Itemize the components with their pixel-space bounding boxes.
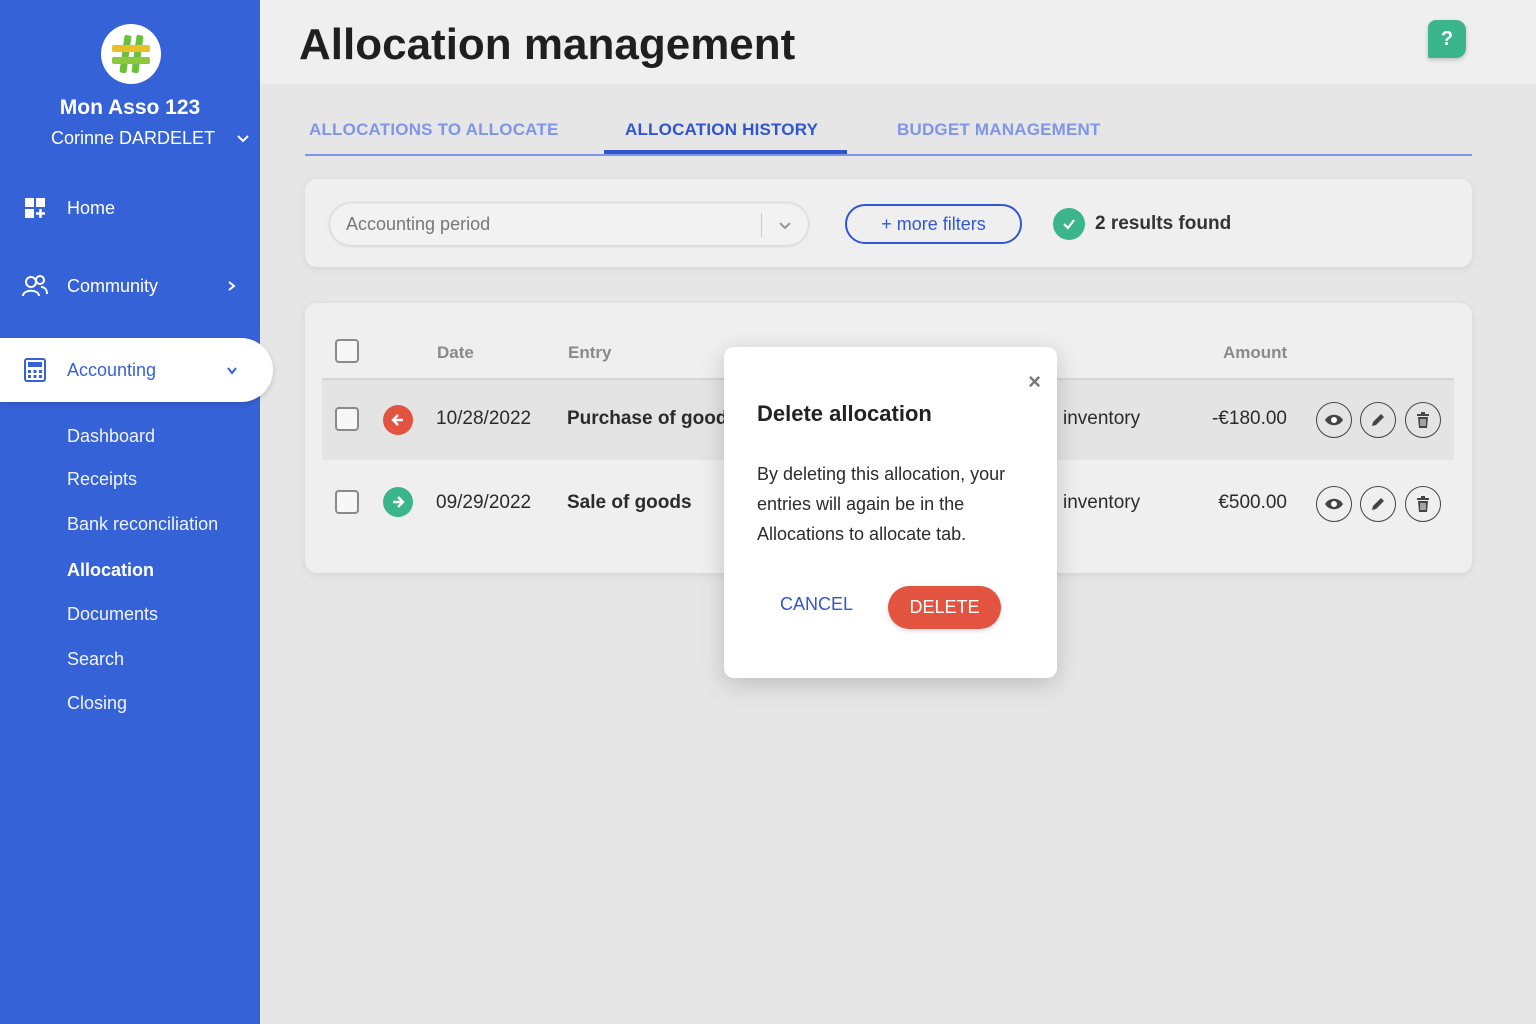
column-header-entry[interactable]: Entry bbox=[568, 343, 611, 363]
row-amount: -€180.00 bbox=[1211, 408, 1287, 429]
chevron-down-icon bbox=[779, 222, 791, 230]
org-name: Mon Asso 123 bbox=[59, 96, 201, 119]
hashtag-logo-icon bbox=[112, 35, 150, 74]
more-filters-button[interactable]: + more filters bbox=[845, 204, 1022, 244]
accounting-period-placeholder: Accounting period bbox=[346, 214, 491, 234]
sub-item-documents[interactable]: Documents bbox=[67, 604, 158, 625]
column-header-amount[interactable]: Amount bbox=[1223, 343, 1287, 363]
nav-label-accounting: Accounting bbox=[67, 359, 157, 380]
chevron-down-icon bbox=[237, 135, 249, 143]
view-button[interactable] bbox=[1316, 486, 1352, 522]
sub-item-closing[interactable]: Closing bbox=[67, 693, 127, 714]
filter-bar: Accounting period + more filters 2 resul… bbox=[305, 179, 1472, 267]
check-circle-icon bbox=[1053, 208, 1085, 240]
sub-item-dashboard[interactable]: Dashboard bbox=[67, 426, 155, 447]
nav-item-community[interactable]: Community bbox=[0, 256, 260, 316]
trash-icon bbox=[1417, 412, 1429, 428]
home-grid-icon bbox=[22, 195, 48, 221]
tab-allocation-history[interactable]: ALLOCATION HISTORY bbox=[625, 120, 818, 140]
edit-button[interactable] bbox=[1360, 486, 1396, 522]
eye-icon bbox=[1325, 414, 1343, 426]
pencil-icon bbox=[1372, 414, 1384, 426]
tab-budget-management[interactable]: BUDGET MANAGEMENT bbox=[897, 120, 1101, 140]
nav-item-accounting[interactable]: Accounting bbox=[0, 338, 273, 402]
sub-item-allocation[interactable]: Allocation bbox=[67, 560, 154, 581]
accounting-period-select[interactable]: Accounting period bbox=[329, 202, 809, 246]
nav-label-community: Community bbox=[67, 275, 159, 296]
pencil-icon bbox=[1372, 498, 1384, 510]
results-count: 2 results found bbox=[1053, 208, 1231, 240]
arrow-right-icon bbox=[383, 487, 413, 517]
delete-button[interactable] bbox=[1405, 402, 1441, 438]
cancel-button[interactable]: CANCEL bbox=[780, 594, 853, 615]
active-tab-indicator bbox=[604, 150, 847, 154]
sub-item-search[interactable]: Search bbox=[67, 649, 124, 670]
delete-button[interactable] bbox=[1405, 486, 1441, 522]
edit-button[interactable] bbox=[1360, 402, 1396, 438]
dialog-message: By deleting this allocation, your entrie… bbox=[757, 464, 1006, 544]
row-entry: Purchase of goods bbox=[567, 408, 739, 429]
tab-allocations-to-allocate[interactable]: ALLOCATIONS TO ALLOCATE bbox=[309, 120, 559, 140]
nav-label-home: Home bbox=[67, 197, 116, 218]
confirm-delete-button[interactable]: DELETE bbox=[888, 586, 1001, 629]
eye-icon bbox=[1325, 498, 1343, 510]
dialog-title: Delete allocation bbox=[757, 401, 932, 426]
community-icon bbox=[22, 273, 48, 299]
column-header-date[interactable]: Date bbox=[437, 343, 474, 363]
tab-bar: ALLOCATIONS TO ALLOCATE ALLOCATION HISTO… bbox=[305, 110, 1472, 156]
nav-item-home[interactable]: Home bbox=[0, 178, 260, 238]
select-separator bbox=[761, 213, 762, 237]
row-entry: Sale of goods bbox=[567, 492, 692, 513]
row-allocation: inventory bbox=[1063, 408, 1141, 429]
trash-icon bbox=[1417, 496, 1429, 512]
arrow-left-icon bbox=[383, 405, 413, 435]
sidebar: Mon Asso 123 Corinne DARDELET Home Commu… bbox=[0, 0, 273, 1024]
view-button[interactable] bbox=[1316, 402, 1352, 438]
help-button[interactable]: ? bbox=[1428, 20, 1466, 58]
row-date: 09/29/2022 bbox=[436, 492, 532, 513]
row-amount: €500.00 bbox=[1218, 492, 1287, 513]
row-checkbox[interactable] bbox=[335, 407, 359, 431]
row-allocation: inventory bbox=[1063, 492, 1141, 513]
org-logo[interactable] bbox=[101, 24, 161, 84]
user-name: Corinne DARDELET bbox=[51, 128, 216, 148]
row-date: 10/28/2022 bbox=[436, 408, 532, 429]
chevron-down-icon bbox=[227, 367, 237, 375]
user-switcher[interactable]: Corinne DARDELET bbox=[51, 128, 251, 149]
page-header: Allocation management ? bbox=[260, 0, 1536, 84]
page-title: Allocation management bbox=[299, 20, 796, 69]
sub-item-bank-reconciliation[interactable]: Bank reconciliation bbox=[67, 514, 218, 535]
calculator-icon bbox=[22, 357, 48, 383]
delete-allocation-dialog: × Delete allocation By deleting this all… bbox=[724, 347, 1057, 678]
close-icon[interactable]: × bbox=[1028, 369, 1041, 395]
help-icon: ? bbox=[1440, 27, 1454, 50]
sub-item-receipts[interactable]: Receipts bbox=[67, 469, 137, 490]
chevron-right-icon bbox=[228, 281, 236, 291]
select-all-checkbox[interactable] bbox=[335, 339, 359, 363]
row-checkbox[interactable] bbox=[335, 490, 359, 514]
results-text: 2 results found bbox=[1095, 213, 1232, 234]
